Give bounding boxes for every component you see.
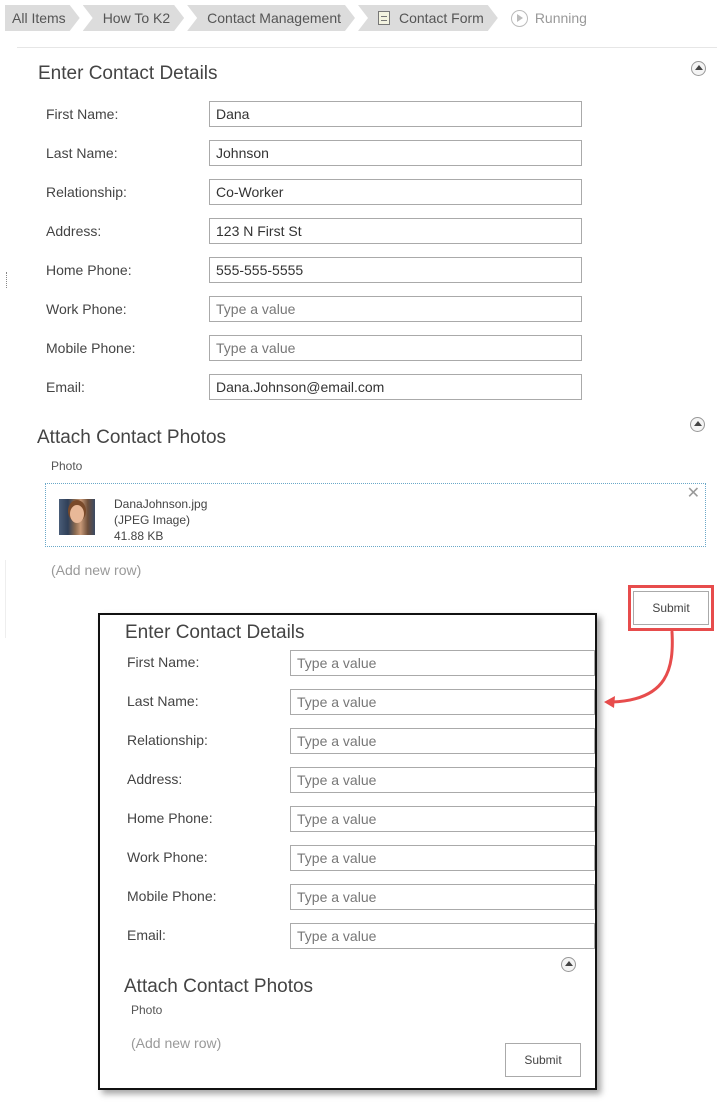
breadcrumb-all-items[interactable]: All Items [5,5,80,31]
last-name-input[interactable] [209,140,582,166]
header-divider [17,47,717,48]
work-phone-label: Work Phone: [46,301,127,317]
attachment-type: (JPEG Image) [114,513,191,527]
last-name-label: Last Name: [46,145,118,161]
cleared-relationship-input[interactable] [290,728,595,754]
breadcrumb: All Items How To K2 Contact Management C… [5,5,604,31]
cleared-last-name-label: Last Name: [127,693,199,709]
breadcrumb-running: Running [501,5,601,31]
breadcrumb-contact-form[interactable]: Contact Form [358,5,498,31]
attachment-filename[interactable]: DanaJohnson.jpg [114,497,207,511]
cleared-last-name-input[interactable] [290,689,595,715]
address-input[interactable] [209,218,582,244]
mobile-phone-input[interactable] [209,335,582,361]
photo-face [70,505,84,523]
resize-marker [6,272,7,288]
cleared-home-phone-input[interactable] [290,806,595,832]
work-phone-input[interactable] [209,296,582,322]
home-phone-label: Home Phone: [46,262,132,278]
result-arrow-icon [604,630,674,708]
cleared-submit-button[interactable]: Submit [505,1043,581,1077]
email-label: Email: [46,379,85,395]
cleared-collapse-icon[interactable] [561,957,576,972]
cleared-details-title: Enter Contact Details [125,622,305,643]
mobile-phone-label: Mobile Phone: [46,340,136,356]
breadcrumb-running-label: Running [534,10,587,26]
address-label: Address: [46,223,102,239]
first-name-label: First Name: [46,106,119,122]
side-edge [0,560,6,638]
cleared-add-new-row-link[interactable]: (Add new row) [131,1035,221,1051]
relationship-label: Relationship: [46,184,127,200]
cleared-email-input[interactable] [290,923,595,949]
cleared-address-label: Address: [127,771,183,787]
collapse-photos-icon[interactable] [690,417,705,432]
breadcrumb-how-to-k2[interactable]: How To K2 [83,5,184,31]
home-phone-input[interactable] [209,257,582,283]
attachment-size: 41.88 KB [114,529,164,543]
first-name-input[interactable] [209,101,582,127]
cleared-relationship-label: Relationship: [127,732,208,748]
play-icon [510,9,528,27]
cleared-mobile-phone-input[interactable] [290,884,595,910]
breadcrumb-contact-form-label: Contact Form [399,10,484,26]
cleared-work-phone-input[interactable] [290,845,595,871]
photo-thumbnail[interactable] [59,499,95,535]
email-input[interactable] [209,374,582,400]
cleared-email-label: Email: [127,927,166,943]
cleared-form-preview: Enter Contact Details First Name: Last N… [98,613,597,1090]
add-new-row-link[interactable]: (Add new row) [51,562,141,578]
submit-highlight [628,585,714,631]
attach-photos-title: Attach Contact Photos [37,427,227,448]
cleared-mobile-phone-label: Mobile Phone: [127,888,217,904]
collapse-details-icon[interactable] [691,61,706,76]
cleared-address-input[interactable] [290,767,595,793]
photo-column-header: Photo [51,459,83,473]
cleared-work-phone-label: Work Phone: [127,849,208,865]
contact-details-title: Enter Contact Details [38,63,218,84]
cleared-first-name-input[interactable] [290,650,595,676]
photo-row[interactable]: DanaJohnson.jpg (JPEG Image) 41.88 KB ✕ [45,483,706,547]
form-icon [378,11,390,25]
relationship-input[interactable] [209,179,582,205]
breadcrumb-contact-management[interactable]: Contact Management [187,5,355,31]
cleared-home-phone-label: Home Phone: [127,810,213,826]
cleared-photo-column-header: Photo [131,1003,163,1017]
cleared-photos-title: Attach Contact Photos [124,976,314,997]
cleared-first-name-label: First Name: [127,654,200,670]
remove-attachment-icon[interactable]: ✕ [687,486,700,502]
